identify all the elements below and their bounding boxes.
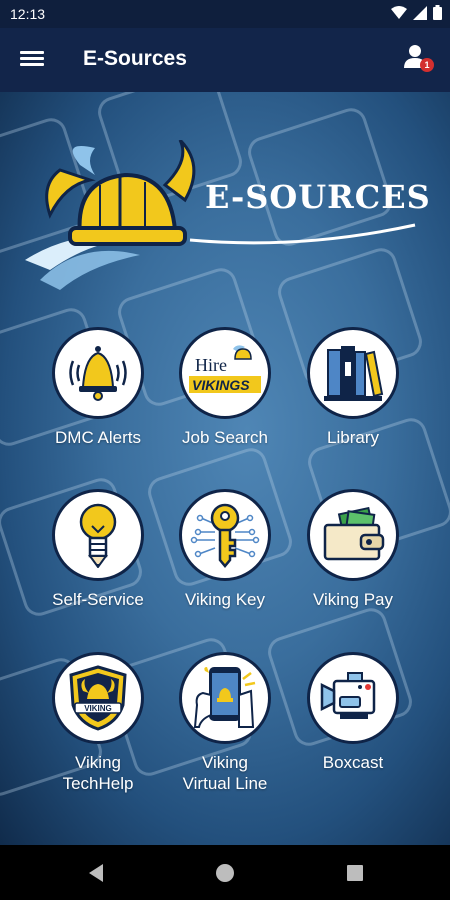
- battery-icon: [433, 5, 442, 20]
- bell-icon: [69, 346, 127, 401]
- techhelp-shield-icon: VIKING: [69, 665, 127, 731]
- app-bar: E-Sources 1: [0, 28, 450, 92]
- tile-dmc-alerts[interactable]: DMC Alerts: [38, 327, 158, 448]
- status-icons: [391, 5, 442, 20]
- tile-label: Viking Key: [184, 590, 265, 609]
- wifi-icon: [391, 5, 407, 19]
- profile-button[interactable]: 1: [404, 44, 434, 74]
- logo-text: E-SOURCES: [205, 178, 431, 216]
- system-nav-bar: [0, 845, 450, 900]
- books-icon: [324, 346, 384, 401]
- techhelp-viking-text: VIKING: [84, 704, 112, 713]
- tile-label-line1: Viking: [75, 753, 121, 772]
- home-icon[interactable]: [213, 861, 237, 885]
- tile-icon-circle: [179, 652, 271, 744]
- key-icon: [190, 503, 260, 568]
- recents-icon[interactable]: [343, 861, 367, 885]
- tile-label: DMC Alerts: [55, 428, 141, 447]
- tile-icon-circle: [307, 652, 399, 744]
- lightbulb-pencil-icon: [79, 503, 117, 568]
- back-icon[interactable]: [85, 861, 109, 885]
- notification-badge: 1: [420, 58, 434, 72]
- phone-hand-icon: [193, 667, 256, 728]
- tile-label: Job Search: [182, 428, 268, 447]
- tile-icon-circle: [52, 489, 144, 581]
- status-bar: 12:13: [0, 0, 450, 28]
- tile-job-search[interactable]: Hire VIKINGS Job Search: [165, 327, 285, 448]
- tile-label-line1: Viking: [202, 753, 248, 772]
- tile-label-line2: Virtual Line: [182, 774, 268, 793]
- tile-label: Viking TechHelp: [38, 752, 158, 794]
- page-title: E-Sources: [83, 47, 187, 70]
- hamburger-menu-icon[interactable]: [20, 48, 44, 72]
- tile-label: Viking Pay: [312, 590, 393, 609]
- vikings-text: VIKINGS: [192, 377, 250, 393]
- tile-label-line2: TechHelp: [62, 774, 134, 793]
- tile-viking-virtual-line[interactable]: Viking Virtual Line: [165, 652, 285, 794]
- tile-label: Self-Service: [52, 590, 144, 609]
- tile-boxcast[interactable]: Boxcast: [293, 652, 413, 773]
- tile-icon-circle: VIKING: [52, 652, 144, 744]
- tile-label: Viking Virtual Line: [165, 752, 285, 794]
- tile-viking-techhelp[interactable]: VIKING Viking TechHelp: [38, 652, 158, 794]
- video-camera-icon: [320, 672, 376, 719]
- tile-self-service[interactable]: Self-Service: [38, 489, 158, 610]
- status-time: 12:13: [10, 6, 46, 22]
- tile-icon-circle: [307, 327, 399, 419]
- wallet-icon: [323, 507, 385, 561]
- tile-viking-pay[interactable]: Viking Pay: [293, 489, 413, 610]
- tile-icon-circle: Hire VIKINGS: [179, 327, 271, 419]
- hire-vikings-icon: Hire VIKINGS: [189, 345, 261, 393]
- tile-icon-circle: [307, 489, 399, 581]
- tile-label: Boxcast: [322, 753, 384, 772]
- tile-label: Library: [327, 428, 379, 447]
- hire-text: Hire: [195, 355, 227, 375]
- tile-viking-key[interactable]: Viking Key: [165, 489, 285, 610]
- main-content: E-SOURCES DMC Alerts Hire VIKINGS Job Se…: [0, 92, 450, 845]
- tile-library[interactable]: Library: [293, 327, 413, 448]
- tile-icon-circle: [179, 489, 271, 581]
- signal-icon: [413, 5, 427, 20]
- tile-icon-circle: [52, 327, 144, 419]
